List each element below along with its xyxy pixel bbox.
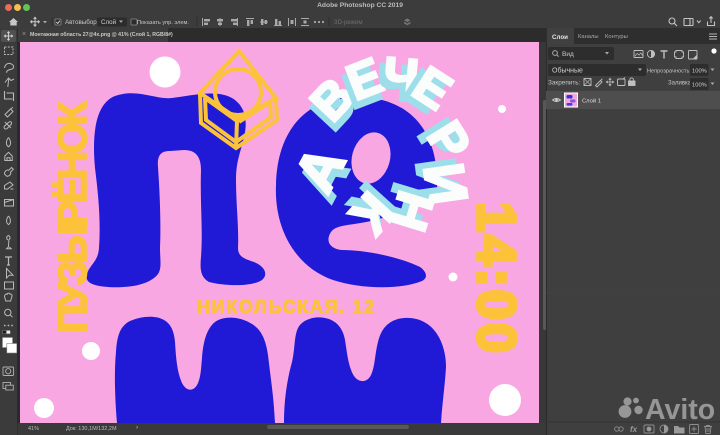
svg-text:Непрозрачность:: Непрозрачность: bbox=[647, 69, 691, 75]
svg-text:Закрепить:: Закрепить: bbox=[548, 80, 581, 87]
svg-text:Слой: Слой bbox=[101, 19, 117, 26]
svg-text:Автовыбор:: Автовыбор: bbox=[65, 19, 99, 26]
svg-text:3D-режим: 3D-режим bbox=[334, 19, 363, 26]
svg-text:100%: 100% bbox=[692, 83, 707, 89]
svg-text:100%: 100% bbox=[692, 69, 707, 75]
svg-text:Заливка:: Заливка: bbox=[668, 81, 693, 87]
svg-text:Вид: Вид bbox=[562, 51, 574, 58]
svg-text:fx: fx bbox=[630, 425, 638, 434]
svg-text:Показать упр. элем.: Показать упр. элем. bbox=[137, 20, 189, 26]
svg-text:Обычные: Обычные bbox=[552, 67, 583, 75]
svg-text:Avito: Avito bbox=[645, 394, 715, 424]
svg-text:Слой 1: Слой 1 bbox=[582, 98, 601, 105]
svg-text:НИКОЛЬСКАЯ. 12: НИКОЛЬСКАЯ. 12 bbox=[197, 297, 376, 317]
svg-text:ПУЗЫРЁНОК: ПУЗЫРЁНОК bbox=[51, 101, 95, 333]
svg-text:14:00: 14:00 bbox=[466, 202, 526, 356]
